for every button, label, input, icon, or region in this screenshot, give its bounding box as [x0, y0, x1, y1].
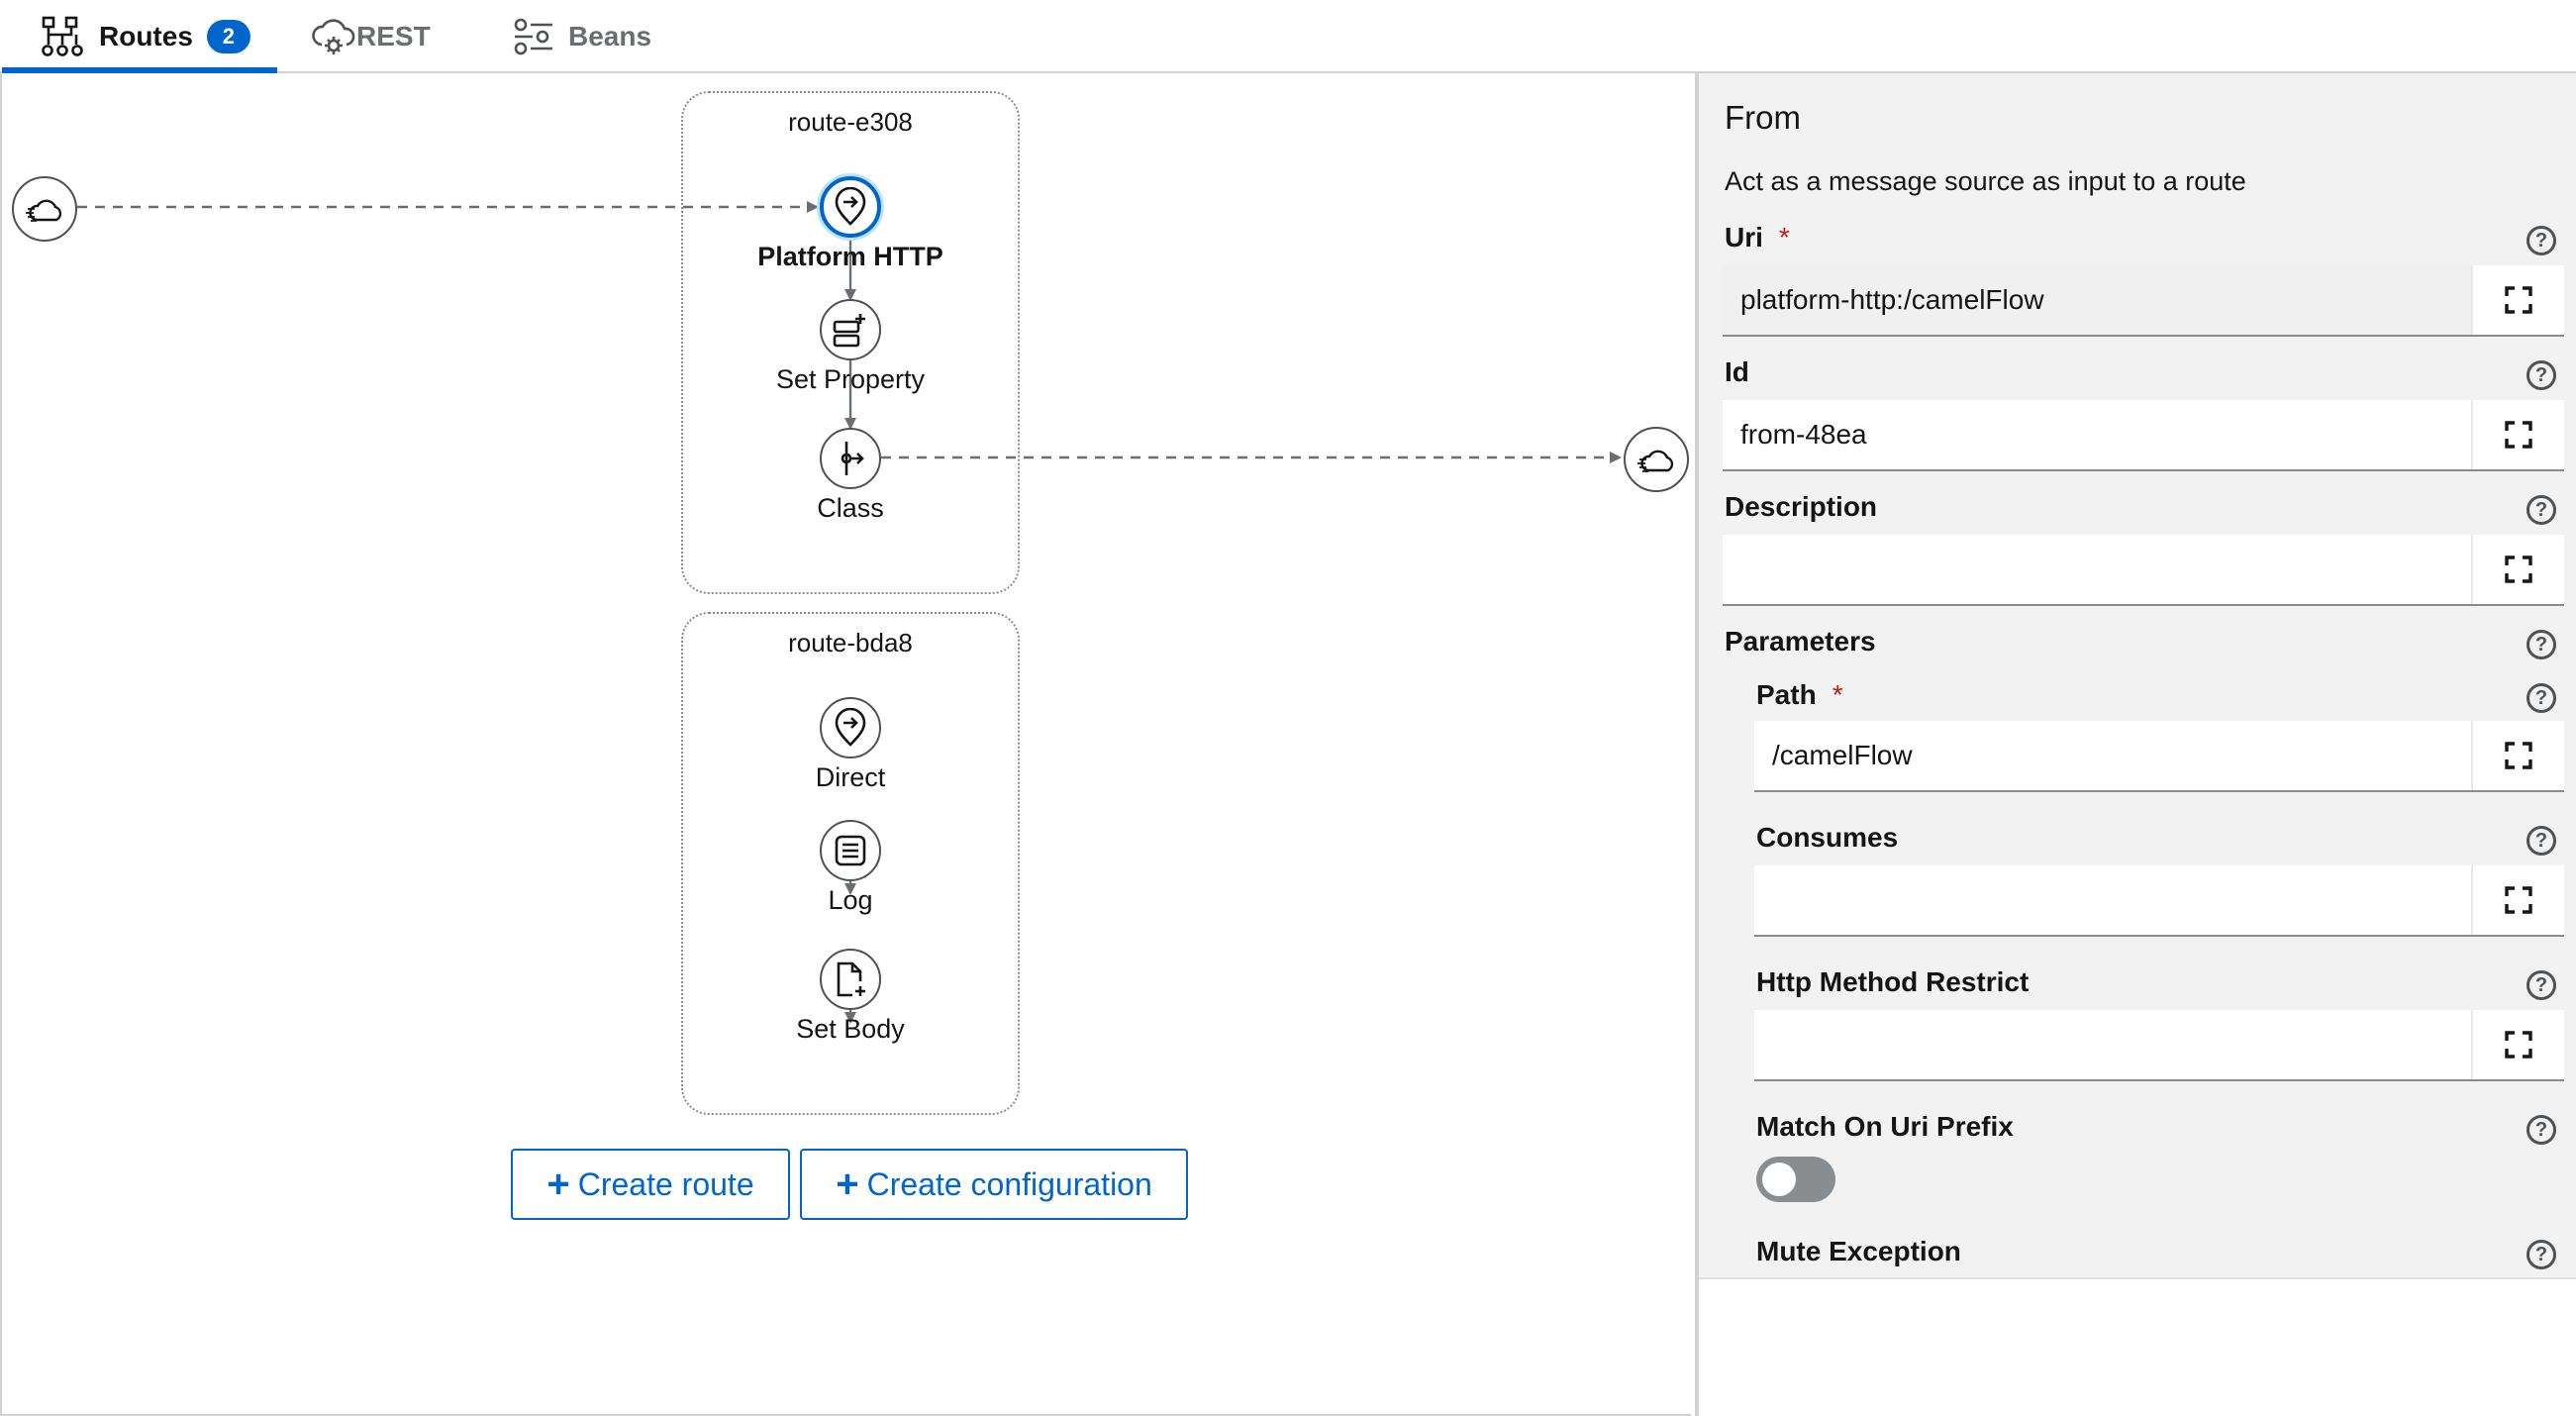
node-label-class: Class — [817, 493, 884, 523]
description-input[interactable] — [1723, 535, 2471, 604]
description-expand-button[interactable] — [2471, 535, 2564, 604]
required-marker: * — [1832, 679, 1843, 710]
required-marker: * — [1778, 222, 1790, 253]
set-body-icon — [837, 961, 865, 997]
http-method-restrict-label: Http Method Restrict — [1756, 966, 2030, 997]
panel-description: Act as a message source as input to a ro… — [1725, 166, 2246, 196]
properties-form[interactable]: From Act as a message source as input to… — [1699, 73, 2576, 1279]
expand-icon — [2505, 1031, 2532, 1059]
id-label: Id — [1725, 356, 1749, 387]
uri-field — [1723, 265, 2564, 337]
class-icon — [841, 442, 864, 475]
log-node[interactable] — [820, 820, 881, 881]
consumes-help-icon[interactable]: ? — [2526, 826, 2556, 856]
consumes-input[interactable] — [1754, 865, 2471, 935]
class-node[interactable] — [820, 428, 881, 489]
route-title: route-e308 — [788, 107, 913, 137]
direct-node[interactable] — [820, 697, 881, 759]
match-on-uri-prefix-label: Match On Uri Prefix — [1756, 1111, 2014, 1142]
create-configuration-button[interactable]: + Create configuration — [800, 1149, 1188, 1220]
mute-exception-help-icon[interactable]: ? — [2526, 1240, 2556, 1269]
route-canvas[interactable]: route-e308 Platform HTTP Set Property Cl… — [0, 73, 1691, 1416]
properties-panel: From Act as a message source as input to… — [1695, 73, 2576, 1416]
node-label-log: Log — [828, 885, 873, 915]
tab-routes-label: Routes — [99, 21, 193, 51]
view-tabs: Routes 2 REST Beans — [0, 0, 2576, 73]
create-route-label: Create route — [577, 1165, 754, 1202]
platform-http-node[interactable] — [820, 176, 881, 238]
tab-rest[interactable]: REST — [311, 0, 431, 73]
uri-input[interactable] — [1723, 265, 2471, 335]
node-label-set-property: Set Property — [775, 364, 926, 394]
source-endpoint-icon — [12, 176, 77, 242]
match-on-uri-prefix-toggle[interactable] — [1756, 1157, 1835, 1202]
set-property-node[interactable] — [820, 299, 881, 360]
from-endpoint-icon — [835, 708, 866, 747]
panel-title: From — [1725, 99, 1801, 136]
mute-exception-label: Mute Exception — [1756, 1236, 1961, 1266]
path-label: Path * — [1756, 679, 1843, 710]
expand-icon — [2505, 886, 2532, 914]
from-endpoint-icon — [835, 187, 866, 226]
expand-icon — [2505, 286, 2532, 314]
expand-icon — [2505, 742, 2532, 769]
sliders-icon — [513, 17, 554, 56]
create-configuration-label: Create configuration — [866, 1165, 1152, 1202]
tab-rest-label: REST — [356, 21, 431, 51]
parameters-label: Parameters — [1725, 626, 1876, 657]
node-label-set-body: Set Body — [796, 1014, 905, 1044]
consumes-expand-button[interactable] — [2471, 865, 2564, 935]
uri-help-icon[interactable]: ? — [2526, 226, 2556, 255]
match-on-uri-prefix-help-icon[interactable]: ? — [2526, 1115, 2556, 1145]
consumes-label: Consumes — [1756, 822, 1899, 853]
uri-label: Uri * — [1725, 222, 1790, 253]
consumes-field — [1754, 865, 2564, 937]
description-help-icon[interactable]: ? — [2526, 495, 2556, 525]
path-input[interactable] — [1754, 721, 2471, 790]
create-route-button[interactable]: + Create route — [511, 1149, 790, 1220]
routes-count-badge: 2 — [206, 20, 250, 53]
node-label-platform-http: Platform HTTP — [757, 242, 943, 271]
http-method-restrict-expand-button[interactable] — [2471, 1010, 2564, 1079]
id-expand-button[interactable] — [2471, 400, 2564, 469]
expand-icon — [2505, 556, 2532, 583]
description-label: Description — [1725, 491, 1878, 522]
expand-icon — [2505, 421, 2532, 449]
routes-icon — [40, 15, 85, 58]
id-help-icon[interactable]: ? — [2526, 360, 2556, 390]
id-input[interactable] — [1723, 400, 2471, 469]
http-method-restrict-input[interactable] — [1754, 1010, 2471, 1079]
path-help-icon[interactable]: ? — [2526, 683, 2556, 713]
set-property-icon — [833, 314, 865, 348]
node-label-direct: Direct — [815, 762, 886, 792]
target-endpoint-icon — [1624, 427, 1689, 492]
tab-beans-label: Beans — [568, 21, 652, 51]
plus-icon: + — [546, 1163, 570, 1206]
http-method-restrict-help-icon[interactable]: ? — [2526, 970, 2556, 1000]
http-method-restrict-field — [1754, 1010, 2564, 1081]
set-body-node[interactable] — [820, 949, 881, 1010]
log-icon — [835, 835, 866, 866]
cloud-gear-icon — [311, 15, 356, 58]
description-field — [1723, 535, 2564, 606]
route-title: route-bda8 — [788, 628, 913, 657]
plus-icon: + — [836, 1163, 859, 1206]
id-field — [1723, 400, 2564, 471]
tab-routes[interactable]: Routes 2 — [40, 0, 250, 73]
uri-expand-button[interactable] — [2471, 265, 2564, 335]
path-expand-button[interactable] — [2471, 721, 2564, 790]
tab-beans[interactable]: Beans — [513, 0, 651, 73]
parameters-help-icon[interactable]: ? — [2526, 630, 2556, 659]
path-field — [1754, 721, 2564, 792]
